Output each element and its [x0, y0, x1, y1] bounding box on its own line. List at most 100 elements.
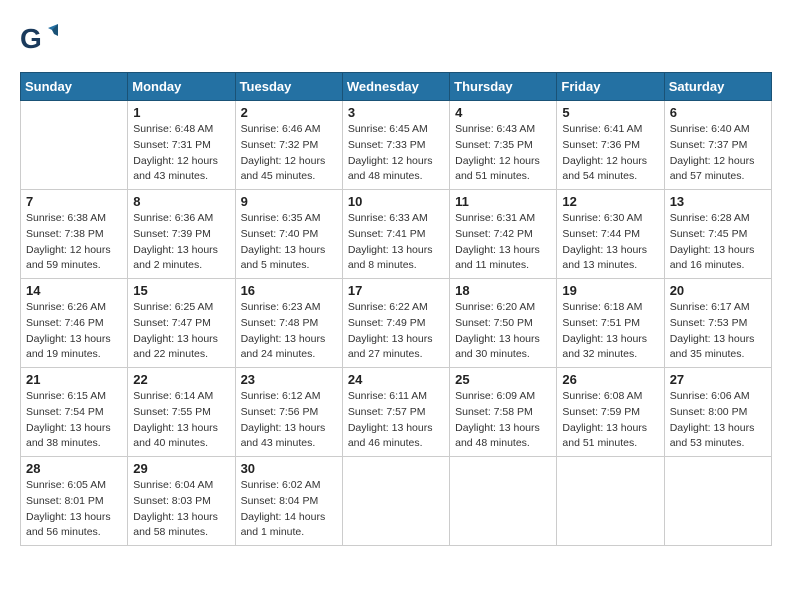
day-detail: Sunrise: 6:08 AMSunset: 7:59 PMDaylight:… — [562, 389, 658, 452]
day-detail: Sunrise: 6:06 AMSunset: 8:00 PMDaylight:… — [670, 389, 766, 452]
day-number: 20 — [670, 283, 766, 298]
weekday-header-wednesday: Wednesday — [342, 73, 449, 101]
day-number: 6 — [670, 105, 766, 120]
day-detail: Sunrise: 6:05 AMSunset: 8:01 PMDaylight:… — [26, 478, 122, 541]
day-number: 1 — [133, 105, 229, 120]
day-cell: 22 Sunrise: 6:14 AMSunset: 7:55 PMDayligh… — [128, 368, 235, 457]
week-row-3: 14 Sunrise: 6:26 AMSunset: 7:46 PMDayligh… — [21, 279, 772, 368]
day-cell: 24 Sunrise: 6:11 AMSunset: 7:57 PMDayligh… — [342, 368, 449, 457]
day-number: 17 — [348, 283, 444, 298]
day-detail: Sunrise: 6:48 AMSunset: 7:31 PMDaylight:… — [133, 122, 229, 185]
day-number: 2 — [241, 105, 337, 120]
day-number: 19 — [562, 283, 658, 298]
weekday-header-friday: Friday — [557, 73, 664, 101]
day-number: 16 — [241, 283, 337, 298]
day-number: 12 — [562, 194, 658, 209]
day-number: 10 — [348, 194, 444, 209]
day-cell: 27 Sunrise: 6:06 AMSunset: 8:00 PMDayligh… — [664, 368, 771, 457]
day-detail: Sunrise: 6:45 AMSunset: 7:33 PMDaylight:… — [348, 122, 444, 185]
week-row-1: 1 Sunrise: 6:48 AMSunset: 7:31 PMDaylight… — [21, 101, 772, 190]
weekday-header-row: SundayMondayTuesdayWednesdayThursdayFrid… — [21, 73, 772, 101]
day-cell: 23Sunrise: 6:12 AMSunset: 7:56 PMDayligh… — [235, 368, 342, 457]
day-cell: 13 Sunrise: 6:28 AMSunset: 7:45 PMDayligh… — [664, 190, 771, 279]
day-cell: 18 Sunrise: 6:20 AMSunset: 7:50 PMDayligh… — [450, 279, 557, 368]
day-cell — [664, 457, 771, 546]
day-cell: 16Sunrise: 6:23 AMSunset: 7:48 PMDayligh… — [235, 279, 342, 368]
day-number: 7 — [26, 194, 122, 209]
day-cell — [342, 457, 449, 546]
svg-text:G: G — [20, 23, 42, 54]
day-number: 15 — [133, 283, 229, 298]
day-detail: Sunrise: 6:33 AMSunset: 7:41 PMDaylight:… — [348, 211, 444, 274]
day-cell: 15 Sunrise: 6:25 AMSunset: 7:47 PMDayligh… — [128, 279, 235, 368]
day-cell: 10 Sunrise: 6:33 AMSunset: 7:41 PMDayligh… — [342, 190, 449, 279]
day-detail: Sunrise: 6:12 AMSunset: 7:56 PMDaylight:… — [241, 389, 337, 452]
day-detail: Sunrise: 6:14 AMSunset: 7:55 PMDaylight:… — [133, 389, 229, 452]
day-detail: Sunrise: 6:41 AMSunset: 7:36 PMDaylight:… — [562, 122, 658, 185]
day-detail: Sunrise: 6:30 AMSunset: 7:44 PMDaylight:… — [562, 211, 658, 274]
day-detail: Sunrise: 6:25 AMSunset: 7:47 PMDaylight:… — [133, 300, 229, 363]
logo-icon: G — [20, 20, 56, 56]
day-detail: Sunrise: 6:15 AMSunset: 7:54 PMDaylight:… — [26, 389, 122, 452]
day-cell: 1 Sunrise: 6:48 AMSunset: 7:31 PMDaylight… — [128, 101, 235, 190]
day-number: 8 — [133, 194, 229, 209]
day-cell: 9 Sunrise: 6:35 AMSunset: 7:40 PMDaylight… — [235, 190, 342, 279]
day-detail: Sunrise: 6:02 AMSunset: 8:04 PMDaylight:… — [241, 478, 337, 541]
day-number: 22 — [133, 372, 229, 387]
day-number: 26 — [562, 372, 658, 387]
day-cell: 4 Sunrise: 6:43 AMSunset: 7:35 PMDaylight… — [450, 101, 557, 190]
day-detail: Sunrise: 6:28 AMSunset: 7:45 PMDaylight:… — [670, 211, 766, 274]
weekday-header-sunday: Sunday — [21, 73, 128, 101]
day-detail: Sunrise: 6:22 AMSunset: 7:49 PMDaylight:… — [348, 300, 444, 363]
day-number: 4 — [455, 105, 551, 120]
day-detail: Sunrise: 6:20 AMSunset: 7:50 PMDaylight:… — [455, 300, 551, 363]
day-number: 28 — [26, 461, 122, 476]
page-header: G — [20, 20, 772, 56]
day-number: 14 — [26, 283, 122, 298]
day-number: 5 — [562, 105, 658, 120]
day-number: 30 — [241, 461, 337, 476]
day-cell: 11 Sunrise: 6:31 AMSunset: 7:42 PMDayligh… — [450, 190, 557, 279]
day-cell: 19 Sunrise: 6:18 AMSunset: 7:51 PMDayligh… — [557, 279, 664, 368]
day-detail: Sunrise: 6:04 AMSunset: 8:03 PMDaylight:… — [133, 478, 229, 541]
day-detail: Sunrise: 6:35 AMSunset: 7:40 PMDaylight:… — [241, 211, 337, 274]
day-number: 29 — [133, 461, 229, 476]
day-cell: 30 Sunrise: 6:02 AMSunset: 8:04 PMDayligh… — [235, 457, 342, 546]
weekday-header-monday: Monday — [128, 73, 235, 101]
week-row-4: 21Sunrise: 6:15 AMSunset: 7:54 PMDayligh… — [21, 368, 772, 457]
day-cell: 25Sunrise: 6:09 AMSunset: 7:58 PMDayligh… — [450, 368, 557, 457]
day-cell: 3 Sunrise: 6:45 AMSunset: 7:33 PMDaylight… — [342, 101, 449, 190]
day-number: 27 — [670, 372, 766, 387]
day-number: 9 — [241, 194, 337, 209]
day-cell: 2 Sunrise: 6:46 AMSunset: 7:32 PMDaylight… — [235, 101, 342, 190]
day-cell: 26 Sunrise: 6:08 AMSunset: 7:59 PMDayligh… — [557, 368, 664, 457]
day-cell: 28 Sunrise: 6:05 AMSunset: 8:01 PMDayligh… — [21, 457, 128, 546]
weekday-header-saturday: Saturday — [664, 73, 771, 101]
day-detail: Sunrise: 6:46 AMSunset: 7:32 PMDaylight:… — [241, 122, 337, 185]
day-detail: Sunrise: 6:17 AMSunset: 7:53 PMDaylight:… — [670, 300, 766, 363]
day-cell: 8 Sunrise: 6:36 AMSunset: 7:39 PMDaylight… — [128, 190, 235, 279]
day-detail: Sunrise: 6:43 AMSunset: 7:35 PMDaylight:… — [455, 122, 551, 185]
day-detail: Sunrise: 6:31 AMSunset: 7:42 PMDaylight:… — [455, 211, 551, 274]
day-number: 3 — [348, 105, 444, 120]
day-cell — [450, 457, 557, 546]
week-row-2: 7Sunrise: 6:38 AMSunset: 7:38 PMDaylight… — [21, 190, 772, 279]
day-cell — [21, 101, 128, 190]
day-cell: 7Sunrise: 6:38 AMSunset: 7:38 PMDaylight… — [21, 190, 128, 279]
day-cell: 6 Sunrise: 6:40 AMSunset: 7:37 PMDaylight… — [664, 101, 771, 190]
weekday-header-thursday: Thursday — [450, 73, 557, 101]
logo: G — [20, 20, 60, 56]
day-detail: Sunrise: 6:36 AMSunset: 7:39 PMDaylight:… — [133, 211, 229, 274]
day-detail: Sunrise: 6:40 AMSunset: 7:37 PMDaylight:… — [670, 122, 766, 185]
day-cell: 14 Sunrise: 6:26 AMSunset: 7:46 PMDayligh… — [21, 279, 128, 368]
day-detail: Sunrise: 6:11 AMSunset: 7:57 PMDaylight:… — [348, 389, 444, 452]
weekday-header-tuesday: Tuesday — [235, 73, 342, 101]
day-number: 24 — [348, 372, 444, 387]
week-row-5: 28 Sunrise: 6:05 AMSunset: 8:01 PMDayligh… — [21, 457, 772, 546]
day-detail: Sunrise: 6:18 AMSunset: 7:51 PMDaylight:… — [562, 300, 658, 363]
day-number: 13 — [670, 194, 766, 209]
day-cell: 29 Sunrise: 6:04 AMSunset: 8:03 PMDayligh… — [128, 457, 235, 546]
day-number: 18 — [455, 283, 551, 298]
day-number: 11 — [455, 194, 551, 209]
day-detail: Sunrise: 6:26 AMSunset: 7:46 PMDaylight:… — [26, 300, 122, 363]
